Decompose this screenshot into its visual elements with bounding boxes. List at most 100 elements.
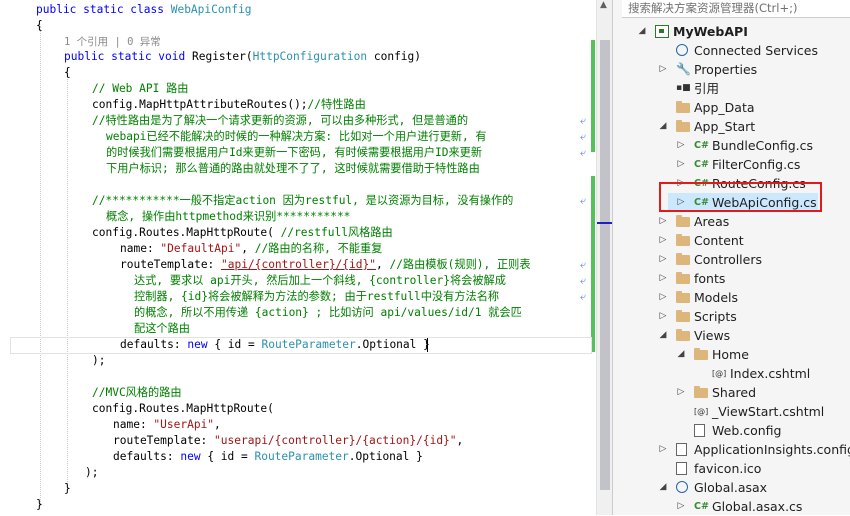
tree-item-connected-services[interactable]: Connected Services bbox=[640, 41, 850, 60]
tree-item-properties[interactable]: ▷ 🔧 Properties bbox=[640, 60, 850, 79]
code-line: public static class WebApiConfig bbox=[36, 2, 252, 18]
code-token: HttpConfiguration bbox=[252, 50, 368, 63]
tree-item-web-config[interactable]: Web.config bbox=[640, 421, 850, 440]
code-token: "DefaultApi" bbox=[160, 242, 242, 255]
folder-icon bbox=[676, 234, 690, 246]
tree-item-app-data[interactable]: App_Data bbox=[640, 98, 850, 117]
folder-icon bbox=[694, 386, 708, 398]
solution-explorer-search-input[interactable]: 搜索解决方案资源管理器(Ctrl+;) bbox=[622, 0, 850, 18]
collapse-arrow-icon[interactable]: ◢ bbox=[637, 22, 647, 41]
csharp-file-icon: C# bbox=[694, 501, 709, 512]
tree-item-label: _ViewStart.cshtml bbox=[712, 404, 825, 419]
collapse-arrow-icon[interactable]: ◢ bbox=[658, 117, 668, 136]
code-token: "api/{controller}/{id}" bbox=[221, 258, 376, 271]
folder-icon bbox=[676, 253, 690, 265]
code-token: //restfull风格路由 bbox=[280, 226, 393, 239]
code-line: 配这个路由 bbox=[134, 321, 190, 337]
tree-item-label: Connected Services bbox=[694, 43, 818, 58]
tree-item-label: Home bbox=[712, 347, 749, 362]
tree-item-content[interactable]: ▷ Content bbox=[640, 231, 850, 250]
expand-arrow-icon[interactable]: ▷ bbox=[658, 250, 668, 269]
change-margin-saved bbox=[591, 40, 595, 152]
tree-item-home[interactable]: ◢ Home bbox=[640, 345, 850, 364]
expand-arrow-icon[interactable]: ▷ bbox=[658, 288, 668, 307]
code-token: } bbox=[36, 498, 43, 511]
code-line: name: "DefaultApi", //路由的名称, 不能重复 bbox=[120, 241, 382, 257]
collapse-arrow-icon[interactable]: ◢ bbox=[658, 326, 668, 345]
tree-item-index-cshtml[interactable]: [@] Index.cshtml bbox=[640, 364, 850, 383]
code-token: .Optional } bbox=[348, 450, 423, 463]
expand-arrow-icon[interactable]: ▷ bbox=[676, 497, 686, 516]
highlight-annotation-box bbox=[659, 182, 822, 212]
tree-item-shared[interactable]: ▷ Shared bbox=[640, 383, 850, 402]
expand-arrow-icon[interactable]: ▷ bbox=[676, 136, 686, 155]
tree-item-mywebapi[interactable]: ◢ MyWebAPI bbox=[637, 22, 850, 41]
expand-arrow-icon[interactable]: ▷ bbox=[658, 212, 668, 231]
tree-item-app-start[interactable]: ◢ App_Start bbox=[640, 117, 850, 136]
tree-item-global-asax[interactable]: ◢ Global.asax bbox=[640, 478, 850, 497]
tree-item-label: 引用 bbox=[694, 81, 720, 96]
code-token: , bbox=[241, 242, 255, 255]
tree-item-filterconfig-cs[interactable]: ▷ C# FilterConfig.cs bbox=[640, 155, 850, 174]
tree-item-bundleconfig-cs[interactable]: ▷ C# BundleConfig.cs bbox=[640, 136, 850, 155]
code-token: config) bbox=[367, 50, 422, 63]
scrollbar-thumb[interactable] bbox=[600, 40, 610, 490]
code-line: } bbox=[36, 497, 43, 513]
code-token: defaults: bbox=[120, 338, 188, 351]
cshtml-file-icon: [@] bbox=[694, 407, 709, 416]
folder-icon bbox=[694, 348, 708, 360]
collapse-arrow-icon[interactable]: ◢ bbox=[658, 478, 668, 497]
code-token: //特性路由是为了解决一个请求更新的资源, 可以由多种形式, 但是普通的 bbox=[92, 114, 469, 127]
code-token: WebApiConfig bbox=[170, 3, 252, 16]
tree-item-global-asax-cs[interactable]: ▷ C# Global.asax.cs bbox=[640, 497, 850, 516]
code-token: 概念, 操作由httpmethod来识别*********** bbox=[106, 210, 351, 223]
tree-item-fonts[interactable]: ▷ fonts bbox=[640, 269, 850, 288]
tree-item-[interactable]: ▪■ 引用 bbox=[640, 79, 850, 98]
project-icon bbox=[655, 25, 669, 38]
word-wrap-glyph-icon: ⤶ bbox=[580, 130, 587, 143]
code-token: new bbox=[180, 450, 201, 463]
tree-item-favicon-ico[interactable]: favicon.ico bbox=[640, 459, 850, 478]
tree-item-models[interactable]: ▷ Models bbox=[640, 288, 850, 307]
code-line: ); bbox=[85, 465, 98, 481]
tree-item-scripts[interactable]: ▷ Scripts bbox=[640, 307, 850, 326]
tree-item-label: Content bbox=[694, 233, 744, 248]
expand-arrow-icon[interactable]: ▷ bbox=[658, 307, 668, 326]
code-token: //路由模板(规则), 正则表 bbox=[389, 258, 531, 271]
editor-vertical-scrollbar[interactable]: ▲ bbox=[596, 0, 613, 515]
code-line: { bbox=[64, 65, 71, 81]
tree-item-applicationinsights-config[interactable]: ▷ ApplicationInsights.config bbox=[640, 440, 850, 459]
tree-item-views[interactable]: ◢ Views bbox=[640, 326, 850, 345]
tree-item-areas[interactable]: ▷ Areas bbox=[640, 212, 850, 231]
code-token: RouteParameter bbox=[254, 450, 349, 463]
scroll-up-arrow-icon[interactable]: ▲ bbox=[600, 0, 607, 10]
code-token: routeTemplate: bbox=[113, 434, 215, 447]
expand-arrow-icon[interactable]: ▷ bbox=[676, 155, 686, 174]
expand-arrow-icon[interactable]: ▷ bbox=[658, 440, 668, 459]
asax-file-icon bbox=[676, 481, 688, 493]
code-token: 配这个路由 bbox=[134, 322, 190, 335]
tree-item-controllers[interactable]: ▷ Controllers bbox=[640, 250, 850, 269]
tree-item-viewstart-cshtml[interactable]: [@] _ViewStart.cshtml bbox=[640, 402, 850, 421]
expand-arrow-icon[interactable]: ▷ bbox=[658, 60, 668, 79]
tree-item-label: Shared bbox=[712, 385, 757, 400]
code-token[interactable]: 1 个引用 | 0 异常 bbox=[64, 36, 161, 48]
code-token: webapi已经不能解决的时候的一种解决方案: 比如对一个用户进行更新, 有 bbox=[106, 130, 487, 143]
code-token: Register( bbox=[191, 50, 253, 63]
folder-icon bbox=[676, 272, 690, 284]
ico-file-icon bbox=[676, 462, 687, 475]
code-line: //特性路由是为了解决一个请求更新的资源, 可以由多种形式, 但是普通的 bbox=[92, 113, 468, 129]
collapse-arrow-icon[interactable]: ◢ bbox=[676, 345, 686, 364]
code-line: ); bbox=[92, 353, 105, 369]
code-editor[interactable]: public static class WebApiConfig {1 个引用 |… bbox=[0, 0, 596, 515]
expand-arrow-icon[interactable]: ▷ bbox=[658, 269, 668, 288]
folder-icon bbox=[676, 329, 690, 341]
code-line: name: "UserApi", bbox=[113, 417, 221, 433]
tree-item-label: ApplicationInsights.config bbox=[694, 442, 850, 457]
code-token: 的概念, 所以不用传递 {action} ; 比如访问 api/values/i… bbox=[134, 306, 522, 319]
code-token: , bbox=[375, 258, 390, 271]
expand-arrow-icon[interactable]: ▷ bbox=[676, 383, 686, 402]
code-token: defaults: bbox=[113, 450, 181, 463]
expand-arrow-icon[interactable]: ▷ bbox=[658, 231, 668, 250]
folder-icon bbox=[676, 215, 690, 227]
